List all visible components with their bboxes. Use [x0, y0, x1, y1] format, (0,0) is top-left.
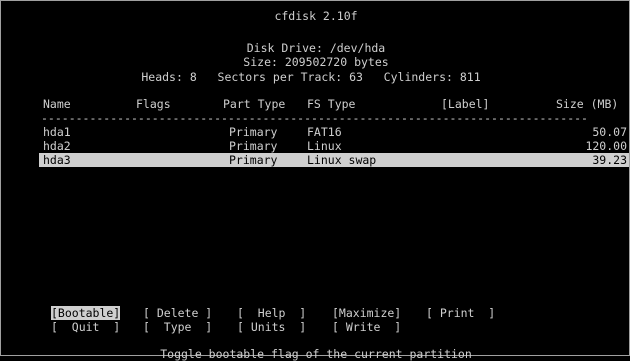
delete-button[interactable]: [ Delete ] [143, 306, 212, 320]
partition-size: 50.07 [592, 125, 627, 139]
partition-size: 120.00 [585, 139, 627, 153]
units-button[interactable]: [ Units ] [237, 320, 306, 334]
disk-drive-line: Disk Drive: /dev/hda [246, 41, 386, 55]
table-row[interactable]: hda1 Primary FAT16 50.07 [39, 125, 629, 139]
partition-type: Primary [229, 125, 278, 139]
partition-name: hda2 [43, 139, 71, 153]
partition-size: 39.23 [592, 153, 627, 167]
write-button[interactable]: [ Write ] [332, 320, 401, 334]
command-menu-row-2: [ Quit ] [ Type ] [ Units ] [ Write ] [1, 320, 630, 334]
cfdisk-screen: cfdisk 2.10f Disk Drive: /dev/hda Size: … [1, 1, 630, 361]
status-message: Toggle bootable flag of the current part… [160, 347, 472, 361]
bootable-button[interactable]: [Bootable] [51, 306, 121, 320]
disk-geometry-line: Heads: 8 Sectors per Track: 63 Cylinders… [141, 70, 481, 84]
disk-size-line: Size: 209502720 bytes [243, 55, 389, 69]
command-menu-row-1: [Bootable] [ Delete ] [ Help ] [Maximize… [1, 306, 630, 320]
column-header-flags: Flags [136, 97, 171, 111]
column-header-part-type: Part Type [223, 97, 286, 111]
partition-fs-type: FAT16 [307, 125, 342, 139]
app-title: cfdisk 2.10f [274, 9, 358, 23]
column-header-size: Size (MB) [556, 97, 619, 111]
maximize-button[interactable]: [Maximize] [332, 306, 401, 320]
column-header-fs-type: FS Type [307, 97, 356, 111]
quit-button[interactable]: [ Quit ] [51, 320, 120, 334]
column-header-name: Name [43, 97, 71, 111]
table-row[interactable]: hda2 Primary Linux 120.00 [39, 139, 629, 153]
partition-name: hda1 [43, 125, 71, 139]
partition-fs-type: Linux [307, 139, 342, 153]
table-row-selected[interactable]: hda3 Primary Linux swap 39.23 [39, 153, 629, 167]
help-button[interactable]: [ Help ] [237, 306, 306, 320]
table-separator: ----------------------------------------… [41, 111, 588, 125]
partition-type: Primary [229, 139, 278, 153]
column-header-label: [Label] [441, 97, 490, 111]
print-button[interactable]: [ Print ] [426, 306, 495, 320]
type-button[interactable]: [ Type ] [143, 320, 212, 334]
partition-name: hda3 [43, 153, 71, 167]
partition-fs-type: Linux swap [307, 153, 377, 167]
partition-type: Primary [229, 153, 278, 167]
